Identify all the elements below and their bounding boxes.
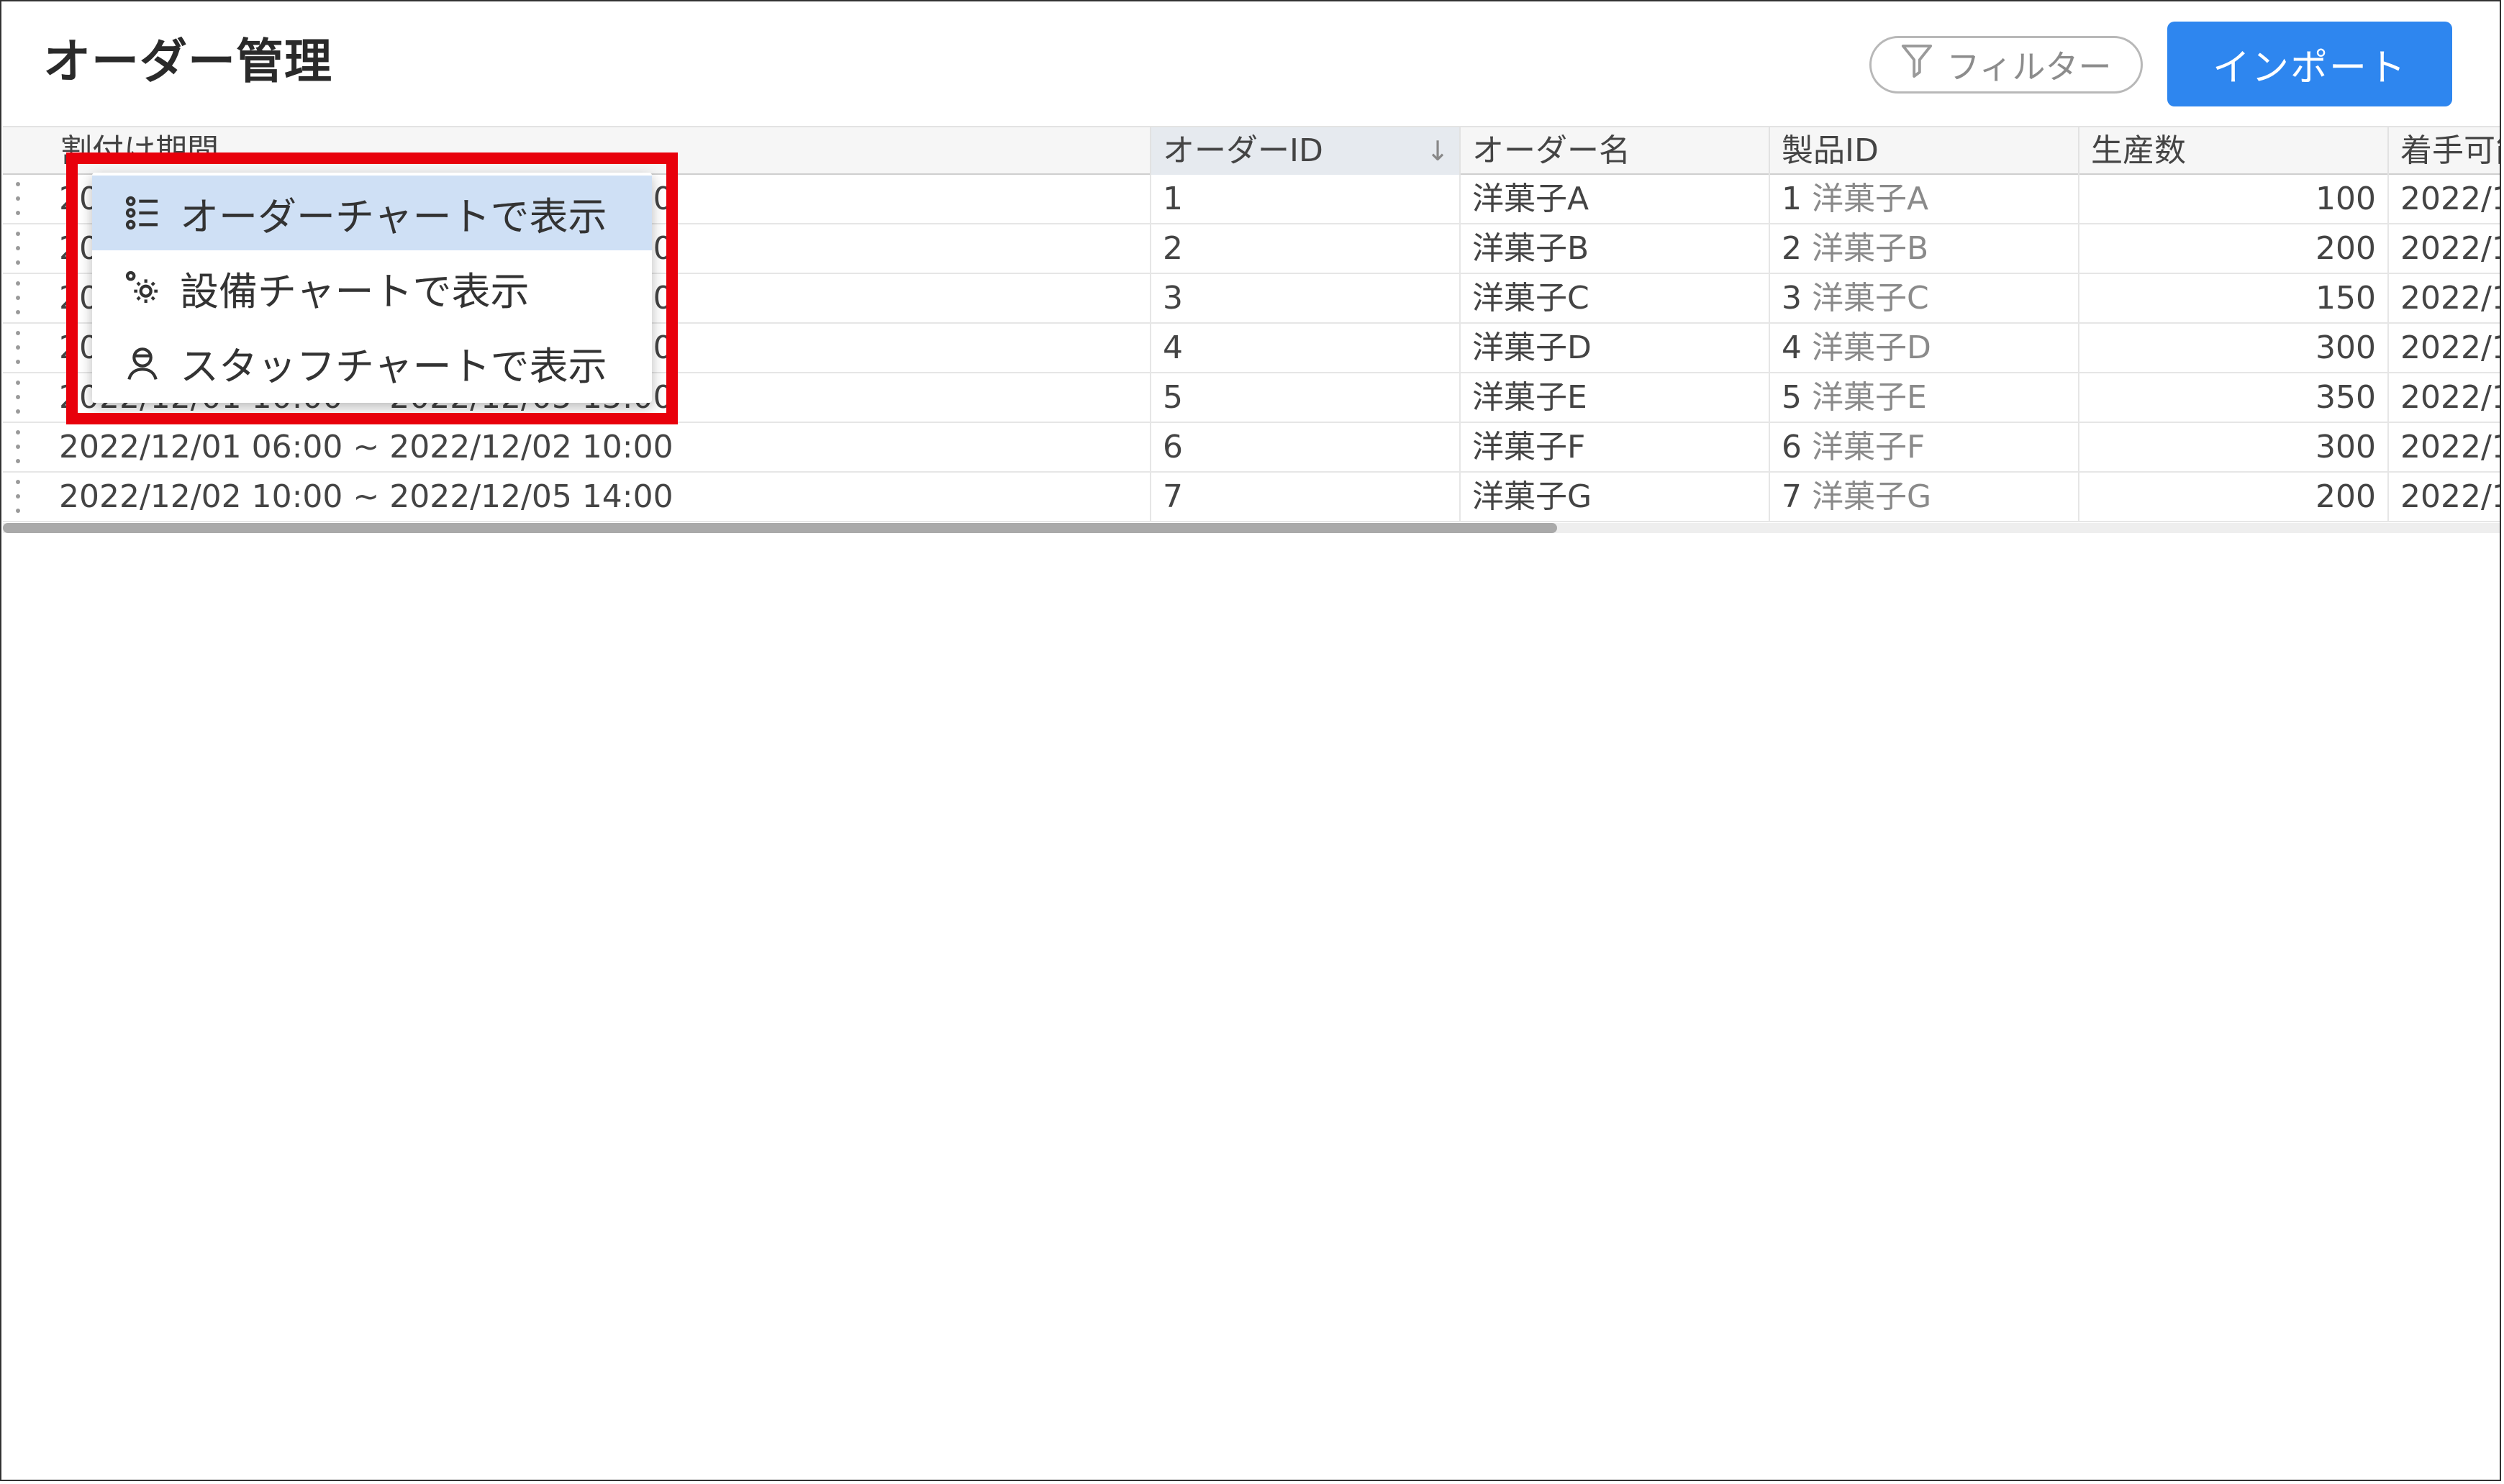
highlight-box [66, 153, 678, 424]
sort-down-icon[interactable]: ↓ [1426, 127, 1449, 175]
cell-order-name: 洋菓子G [1459, 473, 1769, 521]
product-name: 洋菓子A [1812, 181, 1929, 217]
product-id: 1 [1782, 181, 1802, 217]
cell-product-id: 3 洋菓子C [1769, 274, 2078, 322]
column-header-order-name[interactable]: オーダー名 [1459, 127, 1769, 175]
cell-order-name: 洋菓子C [1459, 274, 1769, 322]
table-row[interactable]: 2022/12/01 06:00 ~ 2022/12/02 10:00 6 洋菓子F… [3, 423, 2500, 473]
product-name: 洋菓子C [1812, 280, 1929, 317]
cell-quantity: 200 [2078, 224, 2387, 273]
cell-start: 2022/11/30 [2387, 324, 2500, 372]
cell-start: 2022/11/28 [2387, 175, 2500, 223]
cell-start: 2022/12/01 [2387, 423, 2500, 471]
cell-order-name: 洋菓子B [1459, 224, 1769, 273]
product-id: 5 [1782, 379, 1802, 416]
cell-quantity: 350 [2078, 373, 2387, 422]
scrollbar-thumb[interactable] [3, 523, 1557, 533]
column-header-product-id[interactable]: 製品ID [1769, 127, 2078, 175]
horizontal-scrollbar[interactable] [3, 523, 2500, 533]
cell-order-id: 5 [1150, 373, 1459, 422]
cell-start: 2022/12/01 [2387, 373, 2500, 422]
product-name: 洋菓子E [1812, 379, 1927, 416]
cell-order-id: 2 [1150, 224, 1459, 273]
cell-start: 2022/12/02 [2387, 473, 2500, 521]
filter-label: フィルター [1946, 47, 2112, 86]
cell-period: 2022/12/01 06:00 ~ 2022/12/02 10:00 [59, 429, 673, 465]
filter-icon [1900, 43, 1933, 87]
cell-quantity: 200 [2078, 473, 2387, 521]
table-row[interactable]: 2022/12/02 10:00 ~ 2022/12/05 14:00 7 洋菓子G… [3, 473, 2500, 522]
cell-start: 2022/11/30 [2387, 274, 2500, 322]
cell-quantity: 300 [2078, 423, 2387, 471]
cell-order-name: 洋菓子D [1459, 324, 1769, 372]
product-id: 2 [1782, 230, 1802, 267]
cell-quantity: 300 [2078, 324, 2387, 372]
column-header-label: オーダーID [1163, 132, 1323, 169]
cell-quantity: 100 [2078, 175, 2387, 223]
product-id: 6 [1782, 429, 1802, 465]
column-header-quantity[interactable]: 生産数 [2078, 127, 2387, 175]
cell-product-id: 2 洋菓子B [1769, 224, 2078, 273]
cell-order-id: 7 [1150, 473, 1459, 521]
product-id: 7 [1782, 478, 1802, 515]
product-name: 洋菓子F [1812, 429, 1925, 465]
product-name: 洋菓子B [1812, 230, 1929, 267]
cell-product-id: 7 洋菓子G [1769, 473, 2078, 521]
cell-product-id: 4 洋菓子D [1769, 324, 2078, 372]
page-title: オーダー管理 [43, 34, 332, 89]
cell-order-id: 6 [1150, 423, 1459, 471]
cell-product-id: 1 洋菓子A [1769, 175, 2078, 223]
cell-order-id: 3 [1150, 274, 1459, 322]
cell-product-id: 6 洋菓子F [1769, 423, 2078, 471]
cell-order-name: 洋菓子A [1459, 175, 1769, 223]
cell-order-name: 洋菓子E [1459, 373, 1769, 422]
product-name: 洋菓子G [1812, 478, 1932, 515]
column-header-start[interactable]: 着手可能 [2387, 127, 2500, 175]
column-header-order-id[interactable]: オーダーID ↓ [1150, 127, 1459, 175]
cell-period: 2022/12/02 10:00 ~ 2022/12/05 14:00 [59, 478, 673, 515]
product-id: 3 [1782, 280, 1802, 317]
product-id: 4 [1782, 329, 1802, 366]
filter-button[interactable]: フィルター [1869, 36, 2143, 94]
cell-order-id: 1 [1150, 175, 1459, 223]
cell-order-name: 洋菓子F [1459, 423, 1769, 471]
cell-product-id: 5 洋菓子E [1769, 373, 2078, 422]
cell-order-id: 4 [1150, 324, 1459, 372]
cell-quantity: 150 [2078, 274, 2387, 322]
cell-start: 2022/11/29 [2387, 224, 2500, 273]
import-button[interactable]: インポート [2167, 22, 2452, 106]
product-name: 洋菓子D [1812, 329, 1931, 366]
